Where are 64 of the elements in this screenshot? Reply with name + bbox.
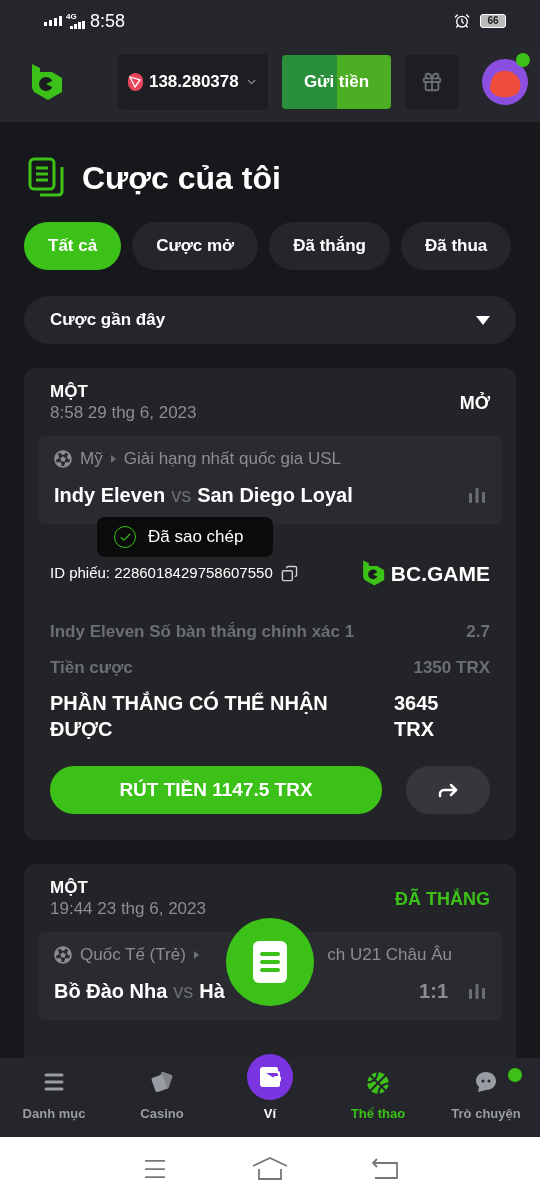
filter-tab[interactable]: Cược mở bbox=[132, 222, 259, 270]
signal-icon bbox=[44, 16, 62, 26]
bet-type: MỘT bbox=[50, 878, 89, 898]
balance-selector[interactable]: 138.280378 bbox=[118, 54, 268, 110]
bet-date: 8:58 29 thg 6, 2023 bbox=[50, 402, 197, 424]
share-button[interactable] bbox=[406, 766, 490, 814]
battery-indicator: 66 bbox=[480, 14, 506, 28]
stats-icon[interactable] bbox=[468, 486, 486, 503]
stake-label: Tiền cược bbox=[50, 656, 133, 679]
nav-tab[interactable]: Danh mục bbox=[0, 1058, 108, 1137]
cards-icon bbox=[150, 1069, 174, 1094]
nav-tab[interactable]: Thể thao bbox=[324, 1058, 432, 1137]
stake-value: 1350 TRX bbox=[413, 656, 490, 679]
nav-tab[interactable]: Ví bbox=[216, 1058, 324, 1137]
football-icon bbox=[54, 945, 72, 964]
tron-icon bbox=[128, 73, 143, 91]
basketball-icon bbox=[367, 1071, 389, 1094]
gift-button[interactable] bbox=[405, 55, 459, 109]
betslip-icon bbox=[253, 941, 287, 983]
home-icon[interactable] bbox=[252, 1156, 288, 1181]
clock-time: 8:58 bbox=[90, 9, 126, 33]
nav-tab[interactable]: Trò chuyện bbox=[432, 1058, 540, 1137]
away-team: San Diego Loyal bbox=[197, 482, 353, 508]
match-league: Giải hạng nhất quốc gia USL bbox=[123, 448, 342, 470]
filter-tab[interactable]: Đã thắng bbox=[269, 222, 390, 270]
wallet-icon bbox=[247, 1054, 293, 1100]
odds-value: 2.7 bbox=[466, 621, 490, 643]
deposit-button[interactable]: Gửi tiền bbox=[282, 55, 391, 109]
filter-tab[interactable]: Đã thua bbox=[400, 222, 512, 270]
selection-label: Indy Eleven Số bàn thắng chính xác 1 bbox=[50, 621, 355, 643]
payout-value: 3645 TRX bbox=[394, 691, 440, 742]
sort-dropdown[interactable]: Cược gần đây bbox=[24, 296, 516, 344]
match-score: 1:1 bbox=[419, 978, 448, 1004]
away-team: Hà bbox=[199, 978, 225, 1004]
avatar[interactable] bbox=[482, 59, 528, 105]
stats-icon[interactable] bbox=[468, 982, 486, 999]
alarm-icon bbox=[454, 13, 470, 29]
copy-icon[interactable] bbox=[280, 564, 298, 582]
bet-status: MỞ bbox=[459, 391, 490, 415]
home-team: Indy Eleven bbox=[54, 482, 166, 508]
chat-icon bbox=[474, 1069, 498, 1094]
document-icon bbox=[28, 157, 66, 199]
chevron-right-icon bbox=[193, 950, 199, 959]
match-country: Quốc Tế (Trẻ) bbox=[80, 944, 186, 966]
network-label: 4G bbox=[66, 13, 77, 21]
back-icon[interactable] bbox=[370, 1157, 399, 1180]
payout-label: PHẦN THẮNG CÓ THỂ NHẬN ĐƯỢC bbox=[50, 690, 329, 742]
nav-tab[interactable]: Casino bbox=[108, 1058, 216, 1137]
bet-date: 19:44 23 thg 6, 2023 bbox=[50, 898, 206, 920]
home-team: Bồ Đào Nha bbox=[54, 978, 168, 1004]
versus-label: vs bbox=[171, 482, 192, 508]
match-league: ch U21 Châu Âu bbox=[327, 944, 452, 966]
ticket-id: ID phiếu: 2286018429758607550 bbox=[50, 563, 273, 583]
chevron-right-icon bbox=[110, 454, 116, 463]
brand-name: BC.GAME bbox=[390, 560, 490, 587]
page-title: Cược của tôi bbox=[82, 159, 281, 198]
gift-icon bbox=[421, 71, 443, 93]
bet-status: ĐÃ THẮNG bbox=[395, 887, 490, 911]
football-icon bbox=[54, 449, 72, 468]
bet-type: MỘT bbox=[50, 382, 89, 402]
versus-label: vs bbox=[173, 978, 194, 1004]
toast-text: Đã sao chép bbox=[148, 526, 244, 549]
match-country: Mỹ bbox=[80, 448, 103, 470]
caret-icon bbox=[476, 315, 490, 325]
